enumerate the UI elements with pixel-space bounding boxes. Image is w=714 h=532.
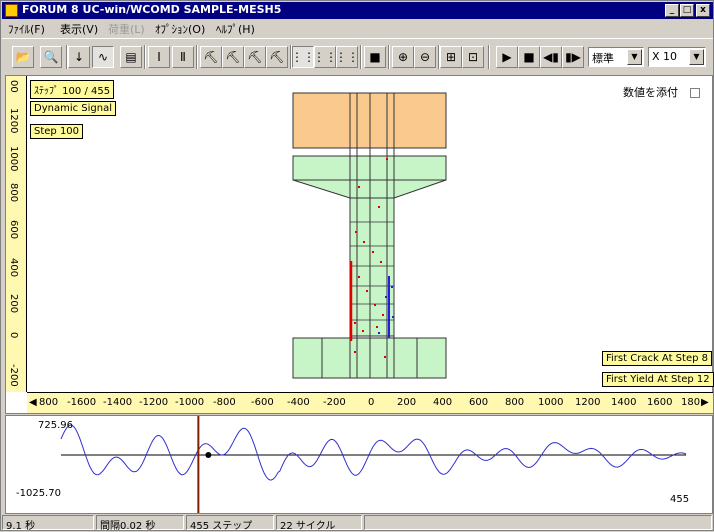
hruler-tick: -200	[323, 397, 346, 408]
vruler-tick: 400	[8, 258, 19, 278]
hruler-tick: 800	[39, 397, 59, 408]
signal-line	[60, 424, 687, 481]
hruler-tick: 1400	[611, 397, 637, 408]
vruler-tick: 600	[8, 220, 19, 240]
vruler-tick: 200	[8, 294, 19, 314]
right-arrow-icon[interactable]: ▶	[701, 397, 709, 408]
cube-icon[interactable]: ■	[364, 46, 386, 68]
mesh-fine-icon[interactable]: ⋮⋮	[291, 46, 315, 68]
speed-select-value: 標準	[592, 52, 614, 65]
vertical-ruler: 00 1200 1000 800 600 400 200 0 -200	[6, 76, 27, 392]
first-yield-label: First Yield At Step 12	[602, 372, 714, 387]
min-value-label: -1025.70	[16, 488, 61, 499]
beam-icon[interactable]: Ⅰ	[148, 46, 170, 68]
beam2-icon[interactable]: Ⅱ	[172, 46, 194, 68]
signal-waveform-panel[interactable]: 725.96 -1025.70 455	[5, 415, 713, 514]
scale-select[interactable]: X 10 ▼	[648, 47, 706, 67]
frame-icon[interactable]: ⊡	[462, 46, 484, 68]
menu-bar: ﾌｧｲﾙ(F) 表示(V) 荷重(L) ｵﾌﾟｼｮﾝ(O) ﾍﾙﾌﾟ(H)	[2, 19, 713, 37]
vruler-tick: 0	[8, 332, 19, 339]
hruler-tick: -600	[251, 397, 274, 408]
hruler-tick: -800	[213, 397, 236, 408]
hruler-tick: 180	[681, 397, 701, 408]
model-canvas[interactable]: 00 1200 1000 800 600 400 200 0 -200 ◀ 80…	[5, 75, 714, 414]
menu-view[interactable]: 表示(V)	[60, 21, 98, 37]
stop-icon[interactable]: ■	[518, 46, 540, 68]
step-label: Step 100	[30, 124, 84, 139]
hruler-tick: 200	[397, 397, 417, 408]
attach-values-label: 数値を添付	[623, 86, 678, 99]
hruler-tick: -400	[287, 397, 310, 408]
status-time: 9.1 秒	[2, 515, 94, 532]
attach-values-checkbox[interactable]: 数値を添付	[623, 84, 700, 100]
down-arrow-icon[interactable]: ↓	[68, 46, 90, 68]
zoom-page-icon[interactable]: 🔍	[40, 46, 62, 68]
signal-icon[interactable]: ∿	[92, 46, 114, 68]
hruler-tick: 1200	[575, 397, 601, 408]
toolbar: 📂 🔍 ↓ ∿ ▤ Ⅰ Ⅱ ⛏ ⛏ ⛏ ⛏ ⋮⋮ ⋮⋮ ⋮⋮ ■ ⊕ ⊖ ⊞ ⊡…	[2, 38, 713, 74]
step-forward-icon[interactable]: ▮▶	[562, 46, 584, 68]
scale-select-value: X 10	[652, 50, 678, 63]
horizontal-ruler: ◀ 800 -1600 -1400 -1200 -1000 -800 -600 …	[27, 392, 713, 413]
menu-file[interactable]: ﾌｧｲﾙ(F)	[8, 21, 45, 37]
checkbox-box[interactable]	[690, 88, 700, 98]
left-arrow-icon[interactable]: ◀	[29, 397, 37, 408]
menu-help[interactable]: ﾍﾙﾌﾟ(H)	[216, 21, 255, 37]
hruler-tick: -1200	[139, 397, 169, 408]
menu-load[interactable]: 荷重(L)	[108, 21, 145, 37]
vruler-tick: 1200	[8, 108, 19, 134]
status-bar: 9.1 秒 間隔0.02 秒 455 ステップ 22 サイクル	[2, 514, 713, 532]
app-icon[interactable]	[5, 4, 18, 17]
hruler-tick: 800	[505, 397, 525, 408]
step-back-icon[interactable]: ◀▮	[540, 46, 562, 68]
structure-drawing	[292, 92, 447, 379]
menu-options[interactable]: ｵﾌﾟｼｮﾝ(O)	[155, 21, 205, 37]
hruler-tick: 1600	[647, 397, 673, 408]
crane3-icon[interactable]: ⛏	[244, 46, 266, 68]
picture-icon[interactable]: ▤	[120, 46, 142, 68]
chevron-down-icon[interactable]: ▼	[689, 49, 704, 65]
zoom-in-icon[interactable]: ⊕	[392, 46, 414, 68]
max-value-label: 725.96	[38, 420, 73, 431]
vruler-tick: 00	[8, 80, 19, 93]
crane2-icon[interactable]: ⛏	[222, 46, 244, 68]
application-window: FORUM 8 UC-win/WCOMD SAMPLE-MESH5 _ □ x …	[0, 0, 714, 532]
speed-select[interactable]: 標準 ▼	[588, 47, 644, 67]
hruler-tick: 1000	[538, 397, 564, 408]
close-button[interactable]: x	[696, 4, 710, 17]
cursor-marker	[205, 452, 212, 458]
signal-type-label: Dynamic Signal	[30, 101, 116, 116]
window-title: FORUM 8 UC-win/WCOMD SAMPLE-MESH5	[22, 3, 282, 16]
hruler-tick: 600	[469, 397, 489, 408]
vruler-tick: 800	[8, 183, 19, 203]
step-counter-label: ｽﾃｯﾌﾟ 100 / 455	[30, 80, 115, 99]
crane1-icon[interactable]: ⛏	[200, 46, 222, 68]
open-icon[interactable]: 📂	[12, 46, 34, 68]
vruler-tick: 1000	[8, 146, 19, 172]
status-cycles: 22 サイクル	[276, 515, 362, 532]
crane4-icon[interactable]: ⛏	[266, 46, 288, 68]
hruler-tick: -1600	[67, 397, 97, 408]
waveform-plot	[60, 416, 687, 513]
maximize-button[interactable]: □	[680, 4, 694, 17]
vruler-tick: -200	[8, 364, 19, 387]
hruler-tick: -1000	[175, 397, 205, 408]
mesh-medium-icon[interactable]: ⋮⋮	[313, 46, 337, 68]
status-steps: 455 ステップ	[186, 515, 274, 532]
status-interval: 間隔0.02 秒	[96, 515, 184, 532]
hruler-tick: 0	[368, 397, 375, 408]
status-empty	[364, 515, 712, 530]
mesh-coarse-icon[interactable]: ⋮⋮	[335, 46, 359, 68]
title-bar[interactable]: FORUM 8 UC-win/WCOMD SAMPLE-MESH5 _ □ x	[2, 2, 713, 19]
minimize-button[interactable]: _	[665, 4, 679, 17]
first-crack-label: First Crack At Step 8	[602, 351, 712, 366]
zoom-out-icon[interactable]: ⊖	[414, 46, 436, 68]
chevron-down-icon[interactable]: ▼	[627, 49, 642, 65]
end-step-label: 455	[670, 494, 690, 505]
hruler-tick: -1400	[103, 397, 133, 408]
hruler-tick: 400	[433, 397, 453, 408]
fit-icon[interactable]: ⊞	[440, 46, 462, 68]
play-icon[interactable]: ▶	[496, 46, 518, 68]
